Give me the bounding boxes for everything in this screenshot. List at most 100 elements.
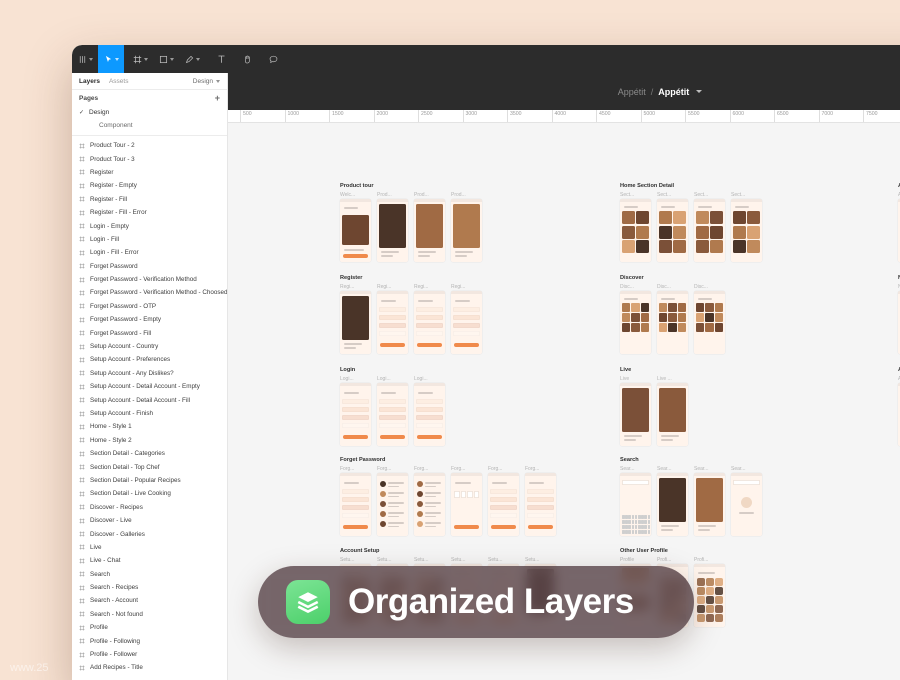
frame-group[interactable]: Discover Disc... Disc... Disc... xyxy=(620,275,725,354)
canvas-frame-body[interactable] xyxy=(488,473,519,536)
layer-item[interactable]: Discover - Galleries xyxy=(72,527,227,540)
layer-item[interactable]: Forget Password - Verification Method - … xyxy=(72,286,227,299)
canvas-frame-body[interactable] xyxy=(340,291,371,354)
canvas-frame-body[interactable] xyxy=(414,383,445,446)
canvas-frame-label[interactable]: Forg... xyxy=(340,466,371,472)
canvas-frame-label[interactable]: Welc... xyxy=(340,192,371,198)
frame-group-title[interactable]: Discover xyxy=(620,275,725,281)
canvas-frame[interactable]: Profi... xyxy=(694,557,725,627)
layer-item[interactable]: Register - Fill - Error xyxy=(72,206,227,219)
layer-item[interactable]: Forget Password - Verification Method xyxy=(72,273,227,286)
frame-group[interactable]: Search Sear... Sear... Sear... Sear... xyxy=(620,457,762,536)
page-item[interactable]: Component xyxy=(72,119,227,132)
canvas-frame[interactable]: Sect... xyxy=(731,192,762,262)
canvas-frame[interactable]: Disc... xyxy=(694,284,725,354)
layer-item[interactable]: Live xyxy=(72,541,227,554)
tab-design[interactable]: Design xyxy=(193,78,220,85)
frame-group[interactable]: Register Regi... Regi... Regi... Regi... xyxy=(340,275,482,354)
canvas-frame[interactable]: Sect... xyxy=(620,192,651,262)
canvas-frame[interactable]: Regi... xyxy=(451,284,482,354)
canvas-frame-label[interactable]: Sect... xyxy=(731,192,762,198)
canvas-frame[interactable]: Forg... xyxy=(340,466,371,536)
layer-item[interactable]: Setup Account - Any Dislikes? xyxy=(72,367,227,380)
frame-group-title[interactable]: Live xyxy=(620,367,688,373)
hand-tool-icon[interactable] xyxy=(234,45,260,73)
canvas-frame-body[interactable] xyxy=(377,199,408,262)
layer-item[interactable]: Setup Account - Finish xyxy=(72,407,227,420)
layer-item[interactable]: Search - Not found xyxy=(72,608,227,621)
canvas-frame-body[interactable] xyxy=(620,291,651,354)
layer-item[interactable]: Setup Account - Country xyxy=(72,340,227,353)
frame-group[interactable]: Product tour Welc... Prod... Prod... Prod... xyxy=(340,183,482,262)
layer-item[interactable]: Search xyxy=(72,568,227,581)
canvas-frame-body[interactable] xyxy=(731,199,762,262)
layer-item[interactable]: Search - Account xyxy=(72,594,227,607)
canvas-frame[interactable]: Forg... xyxy=(377,466,408,536)
canvas-frame-body[interactable] xyxy=(525,473,556,536)
canvas-frame-body[interactable] xyxy=(340,199,371,262)
canvas-frame-label[interactable]: Sear... xyxy=(694,466,725,472)
layer-item[interactable]: Add Recipes - Title xyxy=(72,661,227,674)
layer-item[interactable]: Profile - Following xyxy=(72,634,227,647)
canvas-frame[interactable]: Sear... xyxy=(657,466,688,536)
canvas-frame-body[interactable] xyxy=(694,564,725,627)
canvas-frame-body[interactable] xyxy=(657,383,688,446)
frame-group[interactable]: Forget Password Forg... Forg... Forg... Forg… xyxy=(340,457,556,536)
layer-item[interactable]: Search - Recipes xyxy=(72,581,227,594)
layer-item[interactable]: Home - Style 1 xyxy=(72,420,227,433)
canvas-frame[interactable]: Disc... xyxy=(620,284,651,354)
frame-group-title[interactable]: Other User Profile xyxy=(620,548,725,554)
menu-icon[interactable] xyxy=(72,45,98,73)
canvas-frame-label[interactable]: Profi... xyxy=(657,557,688,563)
text-tool-icon[interactable] xyxy=(208,45,234,73)
canvas-frame[interactable]: Live xyxy=(620,376,651,446)
canvas-frame-body[interactable] xyxy=(657,199,688,262)
canvas-frame-label[interactable]: Logi... xyxy=(414,376,445,382)
canvas-frame-label[interactable]: Setu... xyxy=(451,557,482,563)
canvas-frame-label[interactable]: Profi... xyxy=(694,557,725,563)
canvas-frame-label[interactable]: Disc... xyxy=(620,284,651,290)
layer-item[interactable]: Forget Password - OTP xyxy=(72,300,227,313)
canvas-frame-body[interactable] xyxy=(414,473,445,536)
layer-item[interactable]: Login - Fill - Error xyxy=(72,246,227,259)
canvas-frame-body[interactable] xyxy=(694,199,725,262)
canvas-frame-body[interactable] xyxy=(694,291,725,354)
canvas-frame-label[interactable]: Forg... xyxy=(488,466,519,472)
layer-item[interactable]: Profile xyxy=(72,621,227,634)
canvas-frame-label[interactable]: Prod... xyxy=(414,192,445,198)
layer-item[interactable]: Live - Chat xyxy=(72,554,227,567)
layer-item[interactable]: Product Tour - 3 xyxy=(72,152,227,165)
canvas-frame[interactable]: Regi... xyxy=(340,284,371,354)
canvas-frame-body[interactable] xyxy=(620,383,651,446)
pen-tool-icon[interactable] xyxy=(179,45,205,73)
layer-item[interactable]: Login - Empty xyxy=(72,219,227,232)
canvas-frame-label[interactable]: Prod... xyxy=(451,192,482,198)
canvas-frame[interactable]: Forg... xyxy=(414,466,445,536)
canvas-frame-label[interactable]: Sect... xyxy=(620,192,651,198)
layer-item[interactable]: Section Detail - Top Chef xyxy=(72,460,227,473)
layer-item[interactable]: Profile - Follower xyxy=(72,648,227,661)
canvas-frame-body[interactable] xyxy=(414,199,445,262)
canvas-frame-label[interactable]: Setu... xyxy=(340,557,371,563)
layer-item[interactable]: Setup Account - Preferences xyxy=(72,353,227,366)
frame-group-title[interactable]: Forget Password xyxy=(340,457,556,463)
frame-group-title[interactable]: Register xyxy=(340,275,482,281)
layer-item[interactable]: Home - Style 2 xyxy=(72,434,227,447)
canvas-frame-body[interactable] xyxy=(694,473,725,536)
canvas-frame-label[interactable]: Sect... xyxy=(694,192,725,198)
frame-group-title[interactable]: Home Section Detail xyxy=(620,183,762,189)
canvas-frame[interactable]: Regi... xyxy=(414,284,445,354)
layer-item[interactable]: Discover - Recipes xyxy=(72,501,227,514)
canvas-frame[interactable]: Sect... xyxy=(694,192,725,262)
canvas-frame[interactable]: Sear... xyxy=(694,466,725,536)
layer-item[interactable]: Section Detail - Popular Recipes xyxy=(72,474,227,487)
canvas-frame-body[interactable] xyxy=(340,473,371,536)
layer-item[interactable]: Forget Password - Empty xyxy=(72,313,227,326)
canvas-frame-body[interactable] xyxy=(657,291,688,354)
canvas-frame[interactable]: Logi... xyxy=(377,376,408,446)
canvas-frame-body[interactable] xyxy=(451,473,482,536)
frame-group-title[interactable]: Login xyxy=(340,367,445,373)
frame-group[interactable]: Live Live Live ... xyxy=(620,367,688,446)
canvas-frame[interactable]: Forg... xyxy=(451,466,482,536)
canvas-frame-label[interactable]: Live xyxy=(620,376,651,382)
